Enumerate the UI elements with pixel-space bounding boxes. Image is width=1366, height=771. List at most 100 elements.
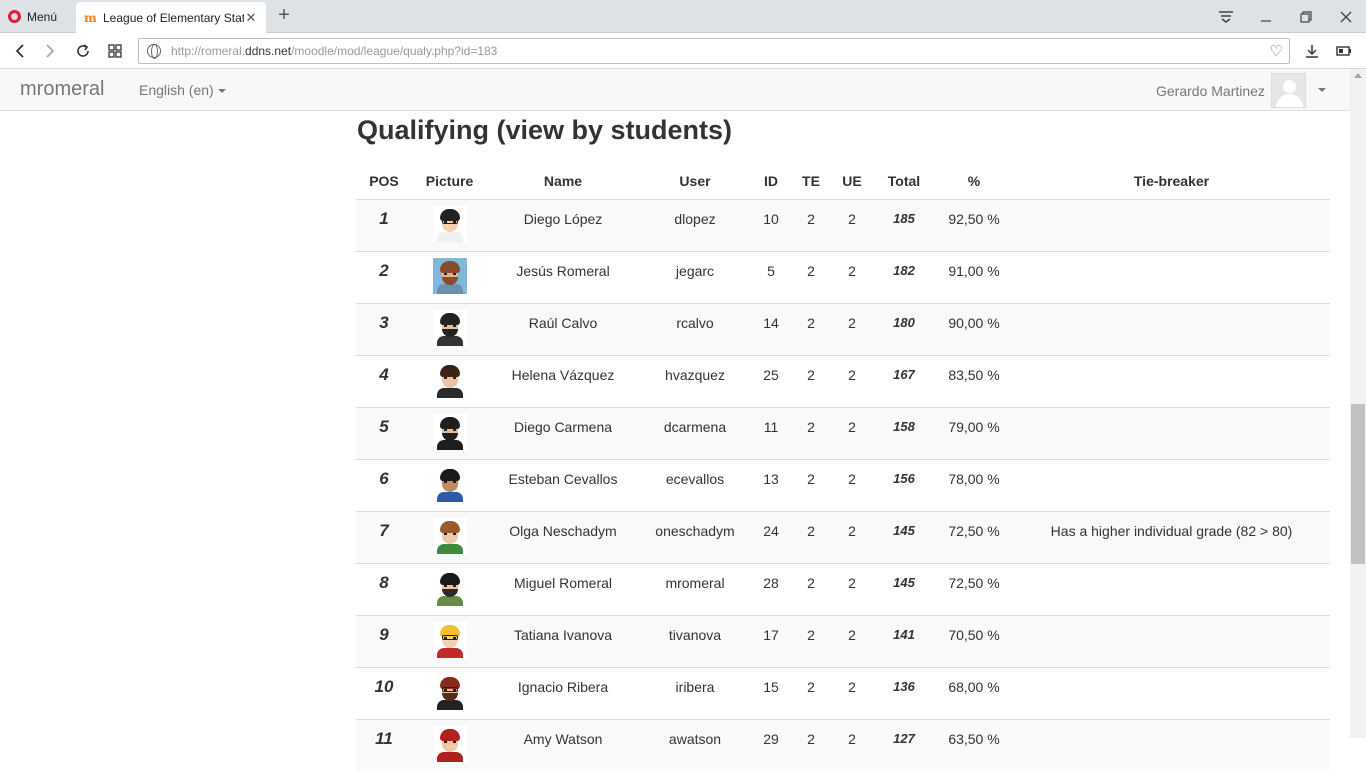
student-avatar-icon[interactable] <box>432 569 467 606</box>
student-avatar-icon[interactable] <box>432 413 467 450</box>
total-cell: 156 <box>873 458 935 511</box>
user-cell: dcarmena <box>639 406 751 459</box>
student-avatar-icon[interactable] <box>432 621 467 658</box>
student-avatar-icon[interactable] <box>432 725 467 762</box>
total-cell: 167 <box>873 354 935 407</box>
avatar-body <box>1276 94 1303 107</box>
tab-menu-icon[interactable] <box>1206 0 1246 33</box>
id-cell: 29 <box>751 718 791 771</box>
id-cell: 10 <box>751 198 791 251</box>
student-avatar-icon[interactable] <box>432 465 467 502</box>
bookmark-heart-icon[interactable]: ♡ <box>1270 42 1283 60</box>
name-cell: Raúl Calvo <box>487 302 639 355</box>
header-picture: Picture <box>412 163 487 200</box>
tie-breaker-cell <box>1013 666 1330 719</box>
picture-cell <box>412 250 487 303</box>
percent-cell: 70,50 % <box>935 614 1013 667</box>
student-avatar-icon[interactable] <box>432 517 467 554</box>
table-row: 7 Olga Neschadym oneschadym 24 2 2 145 72,50 % H… <box>356 510 1330 563</box>
user-cell: oneschadym <box>639 510 751 563</box>
tab-close-icon[interactable]: ✕ <box>244 10 258 26</box>
picture-cell <box>412 302 487 355</box>
minimize-icon[interactable] <box>1246 0 1286 33</box>
url-input[interactable]: http://romeral. ddns.net/moodle/mod/leagu… <box>138 38 1290 64</box>
reload-icon[interactable] <box>71 39 95 63</box>
table-row: 8 Miguel Romeral mromeral 28 2 2 145 72,50 % <box>356 562 1330 615</box>
user-name[interactable]: Gerardo Martinez <box>1156 83 1265 99</box>
student-avatar-icon[interactable] <box>432 361 467 398</box>
header-name: Name <box>487 163 639 200</box>
total-cell: 158 <box>873 406 935 459</box>
percent-cell: 72,50 % <box>935 562 1013 615</box>
tab-title: League of Elementary Stat <box>103 10 244 25</box>
new-tab-icon[interactable]: + <box>274 5 294 27</box>
name-cell: Amy Watson <box>487 718 639 771</box>
table-row: 9 Tatiana Ivanova tivanova 17 2 2 141 70,50 % <box>356 614 1330 667</box>
moodle-favicon-icon: m <box>84 10 97 25</box>
student-avatar-icon[interactable] <box>432 673 467 710</box>
total-cell: 136 <box>873 666 935 719</box>
page-scrollbar[interactable] <box>1350 69 1366 738</box>
pos-cell: 1 <box>356 198 412 251</box>
pos-cell: 10 <box>356 666 412 719</box>
site-brand[interactable]: mromeral <box>20 78 104 101</box>
restore-icon[interactable] <box>1286 0 1326 33</box>
table-row: 4 Helena Vázquez hvazquez 25 2 2 167 83,50 % <box>356 354 1330 407</box>
speed-dial-icon[interactable] <box>103 39 127 63</box>
pos-cell: 3 <box>356 302 412 355</box>
site-navbar: mromeral English (en) Gerardo Martinez <box>0 69 1354 111</box>
browser-tab-active[interactable]: m League of Elementary Stat ✕ <box>76 2 266 33</box>
opera-menu-label: Menú <box>27 9 58 24</box>
table-row: 6 Esteban Cevallos ecevallos 13 2 2 156 78,00 % <box>356 458 1330 511</box>
scroll-thumb[interactable] <box>1351 404 1365 564</box>
student-avatar-icon[interactable] <box>432 257 467 294</box>
total-cell: 145 <box>873 510 935 563</box>
language-menu[interactable]: English (en) <box>139 82 226 98</box>
qualifying-table: POS Picture Name User ID TE UE Total % T… <box>356 163 1330 771</box>
tie-breaker-cell <box>1013 562 1330 615</box>
tie-breaker-cell <box>1013 406 1330 459</box>
back-icon[interactable] <box>8 39 32 63</box>
total-cell: 180 <box>873 302 935 355</box>
table-row: 1 Diego López dlopez 10 2 2 185 92,50 % <box>356 198 1330 251</box>
battery-icon[interactable] <box>1332 39 1356 63</box>
student-avatar-icon[interactable] <box>432 205 467 242</box>
total-cell: 182 <box>873 250 935 303</box>
tie-breaker-cell <box>1013 354 1330 407</box>
tie-breaker-cell <box>1013 250 1330 303</box>
total-cell: 141 <box>873 614 935 667</box>
download-icon[interactable] <box>1300 39 1324 63</box>
te-cell: 2 <box>791 302 831 355</box>
close-window-icon[interactable] <box>1326 0 1366 33</box>
tie-breaker-cell <box>1013 614 1330 667</box>
te-cell: 2 <box>791 666 831 719</box>
pos-cell: 9 <box>356 614 412 667</box>
address-bar: http://romeral. ddns.net/moodle/mod/leagu… <box>0 33 1366 69</box>
header-total: Total <box>873 163 935 200</box>
te-cell: 2 <box>791 614 831 667</box>
id-cell: 17 <box>751 614 791 667</box>
total-cell: 185 <box>873 198 935 251</box>
total-cell: 127 <box>873 718 935 771</box>
ue-cell: 2 <box>831 718 873 771</box>
user-avatar[interactable] <box>1271 73 1306 108</box>
scroll-up-icon[interactable] <box>1354 73 1362 78</box>
header-te: TE <box>791 163 831 200</box>
picture-cell <box>412 614 487 667</box>
name-cell: Olga Neschadym <box>487 510 639 563</box>
user-cell: ecevallos <box>639 458 751 511</box>
table-row: 5 Diego Carmena dcarmena 11 2 2 158 79,00 % <box>356 406 1330 459</box>
opera-menu-button[interactable]: Menú <box>8 0 57 33</box>
globe-icon <box>147 44 161 59</box>
pos-cell: 7 <box>356 510 412 563</box>
user-menu-caret-icon[interactable] <box>1318 88 1326 92</box>
te-cell: 2 <box>791 718 831 771</box>
student-avatar-icon[interactable] <box>432 309 467 346</box>
te-cell: 2 <box>791 354 831 407</box>
caret-down-icon <box>217 89 226 94</box>
ue-cell: 2 <box>831 562 873 615</box>
forward-icon[interactable] <box>38 39 62 63</box>
user-cell: hvazquez <box>639 354 751 407</box>
picture-cell <box>412 718 487 771</box>
id-cell: 25 <box>751 354 791 407</box>
